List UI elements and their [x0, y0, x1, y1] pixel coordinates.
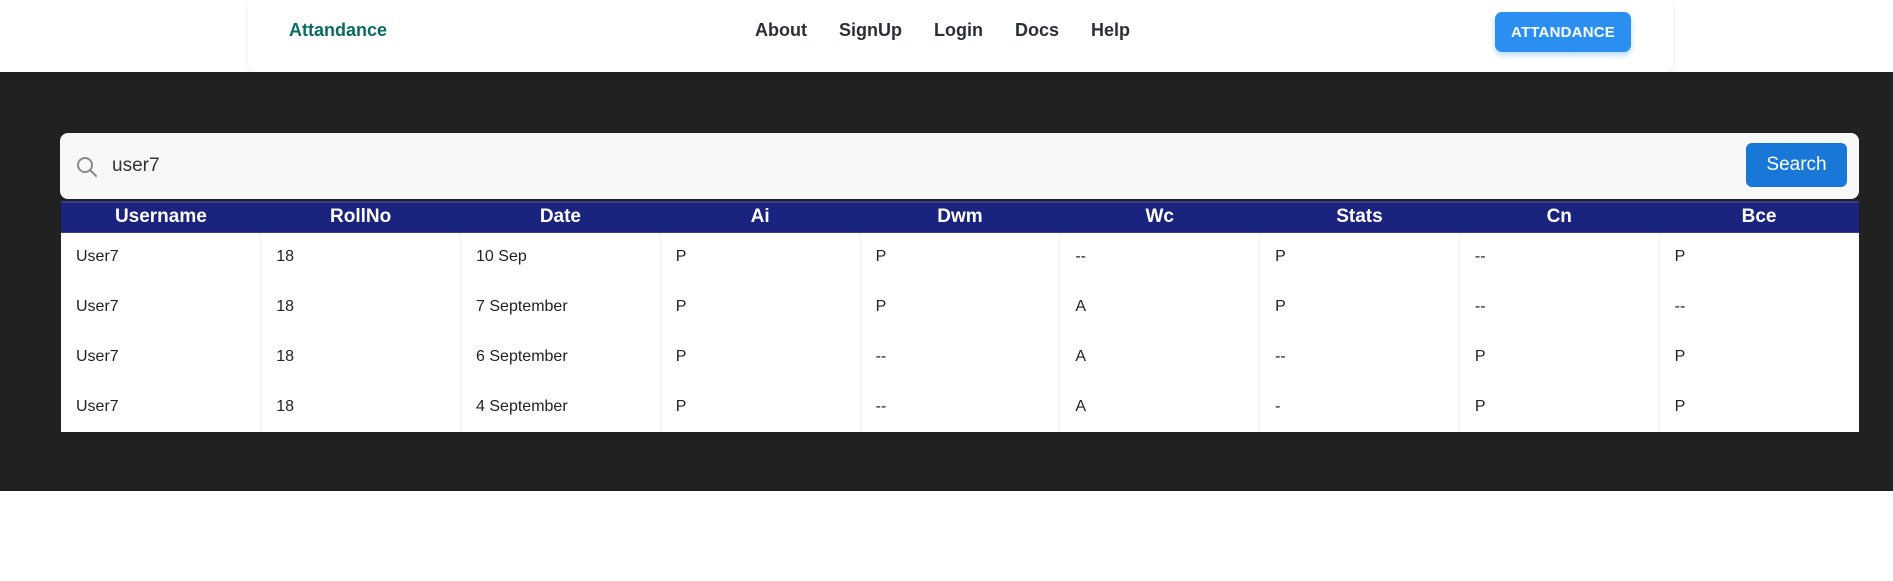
table-cell: P — [1459, 382, 1660, 432]
column-header-date[interactable]: Date — [460, 201, 661, 233]
table-cell: User7 — [61, 232, 262, 282]
table-cell: - — [1259, 382, 1460, 432]
table-cell: User7 — [61, 332, 262, 382]
nav-link-about[interactable]: About — [755, 20, 807, 41]
table-cell: -- — [860, 332, 1061, 382]
search-input[interactable] — [110, 149, 1790, 183]
nav-link-login[interactable]: Login — [934, 20, 983, 41]
table-cell: P — [1674, 248, 1686, 266]
column-header-dwm[interactable]: Dwm — [860, 201, 1060, 233]
table-cell: P — [1674, 398, 1686, 415]
table-cell: A — [1059, 382, 1261, 432]
attendance-table-container: Username RollNo Date Ai Dwm Wc Stats Cn … — [61, 201, 1859, 432]
table-cell: P — [1259, 282, 1460, 332]
table-cell: P — [1259, 232, 1460, 282]
nav-link-signup[interactable]: SignUp — [839, 20, 902, 41]
column-header-stats[interactable]: Stats — [1259, 201, 1460, 233]
table-cell: 10 Sep — [460, 232, 661, 282]
column-header-bce[interactable]: Bce — [1659, 201, 1859, 233]
table-cell: 18 — [260, 282, 462, 332]
table-cell: 18 — [260, 382, 462, 432]
nav-link-docs[interactable]: Docs — [1015, 20, 1059, 41]
table-cell: -- — [1459, 232, 1660, 282]
table-cell: P — [660, 382, 861, 432]
column-header-wc[interactable]: Wc — [1059, 201, 1260, 233]
column-header-ai[interactable]: Ai — [660, 201, 861, 233]
nav-link-help[interactable]: Help — [1091, 20, 1130, 41]
table-cell: 18 — [260, 232, 462, 282]
table-cell: P — [860, 282, 1061, 332]
table-cell: A — [1059, 282, 1261, 332]
main-section: Search Username RollNo Date Ai Dwm Wc St… — [0, 72, 1893, 491]
table-cell: P — [1674, 348, 1686, 365]
table-cell: P — [660, 282, 861, 332]
table-cell: A — [1059, 332, 1261, 382]
table-cell: 6 September — [460, 332, 661, 382]
nav-links: About SignUp Login Docs Help — [755, 20, 1162, 41]
search-button[interactable]: Search — [1746, 143, 1847, 187]
table-cell: 4 September — [460, 382, 661, 432]
table-row: User7 18 7 September P P A P -- -- — [61, 282, 1859, 332]
table-cell: P — [660, 232, 861, 282]
table-cell: -- — [1259, 332, 1460, 382]
table-cell: P — [1459, 332, 1660, 382]
table-row: User7 18 6 September P -- A -- P P — [61, 332, 1859, 382]
table-cell: P — [860, 232, 1061, 282]
table-cell: -- — [860, 382, 1061, 432]
table-cell: 18 — [260, 332, 462, 382]
attendance-table: Username RollNo Date Ai Dwm Wc Stats Cn … — [61, 201, 1859, 432]
brand-link[interactable]: Attandance — [289, 20, 387, 41]
table-cell: -- — [1059, 232, 1261, 282]
search-bar: Search — [60, 133, 1859, 199]
table-cell: 7 September — [460, 282, 661, 332]
table-row: User7 18 4 September P -- A - P P — [61, 382, 1859, 432]
table-cell: -- — [1459, 282, 1660, 332]
table-header-row: Username RollNo Date Ai Dwm Wc Stats Cn … — [61, 201, 1859, 233]
column-header-rollno[interactable]: RollNo — [260, 201, 461, 233]
column-header-cn[interactable]: Cn — [1459, 201, 1660, 233]
table-cell: -- — [1674, 298, 1686, 315]
table-row: User7 18 10 Sep P P -- P -- P — [61, 232, 1859, 282]
column-header-username[interactable]: Username — [61, 201, 261, 233]
search-icon — [76, 156, 98, 178]
attandance-button[interactable]: ATTANDANCE — [1495, 12, 1631, 52]
table-cell: P — [660, 332, 861, 382]
top-navbar: Attandance About SignUp Login Docs Help … — [248, 0, 1673, 72]
table-cell: User7 — [61, 282, 262, 332]
table-cell: User7 — [61, 382, 262, 432]
